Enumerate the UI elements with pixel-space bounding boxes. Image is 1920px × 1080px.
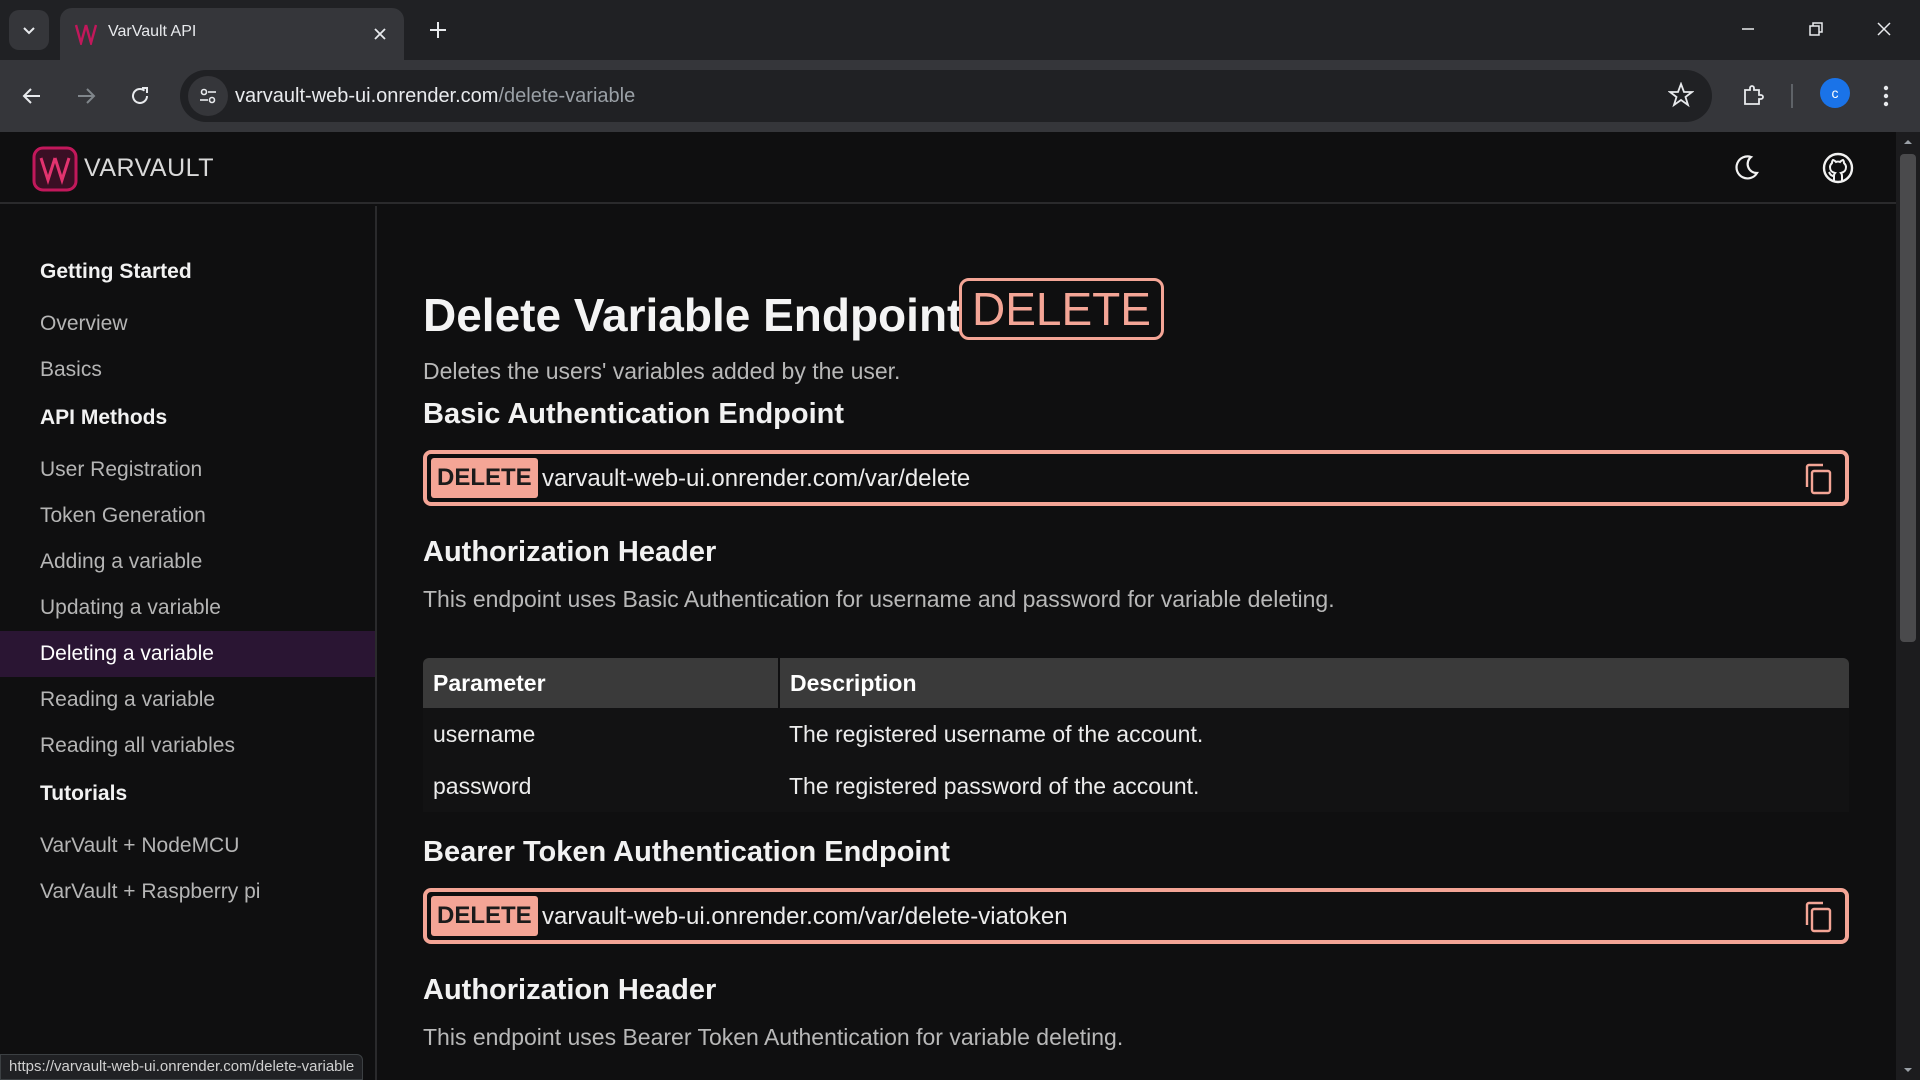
bookmark-star-icon[interactable]	[1667, 81, 1695, 113]
column-header-parameter: Parameter	[423, 658, 780, 708]
sidebar-item-reading-variable[interactable]: Reading a variable	[0, 677, 375, 723]
param-name: password	[423, 760, 779, 812]
sidebar-item-user-registration[interactable]: User Registration	[0, 447, 375, 493]
reload-icon	[132, 87, 148, 104]
browser-menu-button[interactable]	[1868, 78, 1904, 114]
url-path: /delete-variable	[498, 85, 636, 107]
bearer-auth-heading: Bearer Token Authentication Endpoint	[423, 836, 950, 868]
status-bar-url: https://varvault-web-ui.onrender.com/del…	[0, 1054, 364, 1080]
copy-icon[interactable]	[1803, 463, 1833, 495]
param-description: The registered password of the account.	[779, 760, 1849, 812]
basic-auth-description: This endpoint uses Basic Authentication …	[423, 586, 1335, 612]
plus-icon	[430, 22, 446, 38]
sidebar-section-tutorials: Tutorials	[40, 782, 128, 805]
main-content: Delete Variable Endpoint DELETE Deletes …	[378, 206, 1896, 1080]
browser-tab[interactable]: VarVault API	[60, 8, 404, 60]
basic-endpoint-url: varvault-web-ui.onrender.com/var/delete	[542, 465, 971, 492]
moon-icon	[1735, 155, 1759, 180]
profile-avatar[interactable]: c	[1820, 78, 1850, 108]
basic-auth-header-heading: Authorization Header	[423, 536, 717, 568]
scroll-up-icon[interactable]	[1902, 136, 1914, 148]
tab-title: VarVault API	[108, 23, 197, 40]
bearer-auth-header-heading: Authorization Header	[423, 974, 717, 1006]
page-scrollbar[interactable]	[1896, 132, 1920, 1080]
toolbar-divider	[1791, 84, 1793, 108]
bearer-auth-description: This endpoint uses Bearer Token Authenti…	[423, 1024, 1124, 1050]
basic-endpoint-box: DELETE varvault-web-ui.onrender.com/var/…	[423, 450, 1849, 506]
site-header: VARVAULT	[0, 132, 1896, 204]
close-window-button[interactable]	[1856, 6, 1912, 52]
param-name: username	[423, 708, 779, 760]
sidebar-item-deleting-variable[interactable]: Deleting a variable	[0, 631, 375, 677]
tune-icon	[200, 88, 216, 104]
arrow-left-icon	[22, 88, 40, 104]
chevron-down-icon	[23, 27, 35, 35]
sidebar-item-adding-variable[interactable]: Adding a variable	[0, 539, 375, 585]
sidebar-item-token-generation[interactable]: Token Generation	[0, 493, 375, 539]
url-text: varvault-web-ui.onrender.com/delete-vari…	[235, 85, 635, 108]
bearer-endpoint-url: varvault-web-ui.onrender.com/var/delete-…	[542, 903, 1068, 930]
param-description: The registered username of the account.	[779, 708, 1849, 760]
puzzle-icon	[1744, 85, 1764, 105]
sidebar-item-reading-all-variables[interactable]: Reading all variables	[0, 723, 375, 769]
close-tab-icon[interactable]	[368, 22, 392, 46]
site-info-button[interactable]	[188, 76, 228, 116]
restore-button[interactable]	[1788, 6, 1844, 52]
basic-endpoint-verb: DELETE	[431, 458, 538, 498]
varvault-logo[interactable]	[32, 146, 78, 192]
sidebar-item-updating-variable[interactable]: Updating a variable	[0, 585, 375, 631]
arrow-right-icon	[78, 88, 96, 104]
table-header-row: Parameter Description	[423, 658, 1849, 708]
docs-sidebar: Getting Started Overview Basics API Meth…	[0, 206, 377, 1080]
kebab-menu-icon	[1883, 85, 1889, 107]
new-tab-button[interactable]	[422, 14, 454, 46]
column-header-description: Description	[779, 658, 1849, 708]
web-page: VARVAULT Getting Started Overview Basics…	[0, 132, 1896, 1080]
tab-search-button[interactable]	[9, 10, 49, 50]
restore-icon	[1809, 22, 1823, 36]
scroll-down-icon[interactable]	[1902, 1064, 1914, 1076]
back-button[interactable]	[10, 74, 54, 118]
github-icon	[1822, 152, 1854, 184]
parameter-table: Parameter Description username The regis…	[423, 658, 1849, 812]
reload-button[interactable]	[118, 74, 162, 118]
basic-auth-heading: Basic Authentication Endpoint	[423, 398, 845, 430]
sidebar-section-api-methods: API Methods	[40, 406, 168, 429]
close-icon	[1877, 22, 1891, 36]
sidebar-item-overview[interactable]: Overview	[0, 301, 375, 347]
extensions-button[interactable]	[1735, 78, 1771, 114]
table-row: password The registered password of the …	[423, 760, 1849, 812]
copy-icon[interactable]	[1803, 901, 1833, 933]
sidebar-item-basics[interactable]: Basics	[0, 347, 375, 393]
scrollbar-thumb[interactable]	[1900, 154, 1916, 642]
browser-tab-bar: VarVault API	[0, 0, 1920, 60]
bearer-endpoint-verb: DELETE	[431, 896, 538, 936]
theme-toggle-button[interactable]	[1728, 150, 1764, 186]
sidebar-item-nodemcu[interactable]: VarVault + NodeMCU	[0, 823, 375, 869]
forward-button[interactable]	[64, 74, 108, 118]
sidebar-section-getting-started: Getting Started	[40, 260, 192, 283]
minimize-icon	[1742, 28, 1754, 30]
address-bar[interactable]: varvault-web-ui.onrender.com/delete-vari…	[180, 70, 1712, 122]
github-link[interactable]	[1820, 150, 1856, 186]
page-title: Delete Variable Endpoint	[423, 289, 963, 341]
table-row: username The registered username of the …	[423, 708, 1849, 760]
page-description: Deletes the users' variables added by th…	[423, 358, 901, 384]
method-badge: DELETE	[959, 278, 1164, 340]
varvault-favicon-icon	[74, 24, 98, 45]
sidebar-item-raspberry-pi[interactable]: VarVault + Raspberry pi	[0, 869, 375, 915]
minimize-button[interactable]	[1720, 6, 1776, 52]
brand-name[interactable]: VARVAULT	[84, 154, 214, 183]
browser-toolbar: varvault-web-ui.onrender.com/delete-vari…	[0, 60, 1920, 132]
bearer-endpoint-box: DELETE varvault-web-ui.onrender.com/var/…	[423, 888, 1849, 944]
url-host: varvault-web-ui.onrender.com	[235, 85, 499, 107]
